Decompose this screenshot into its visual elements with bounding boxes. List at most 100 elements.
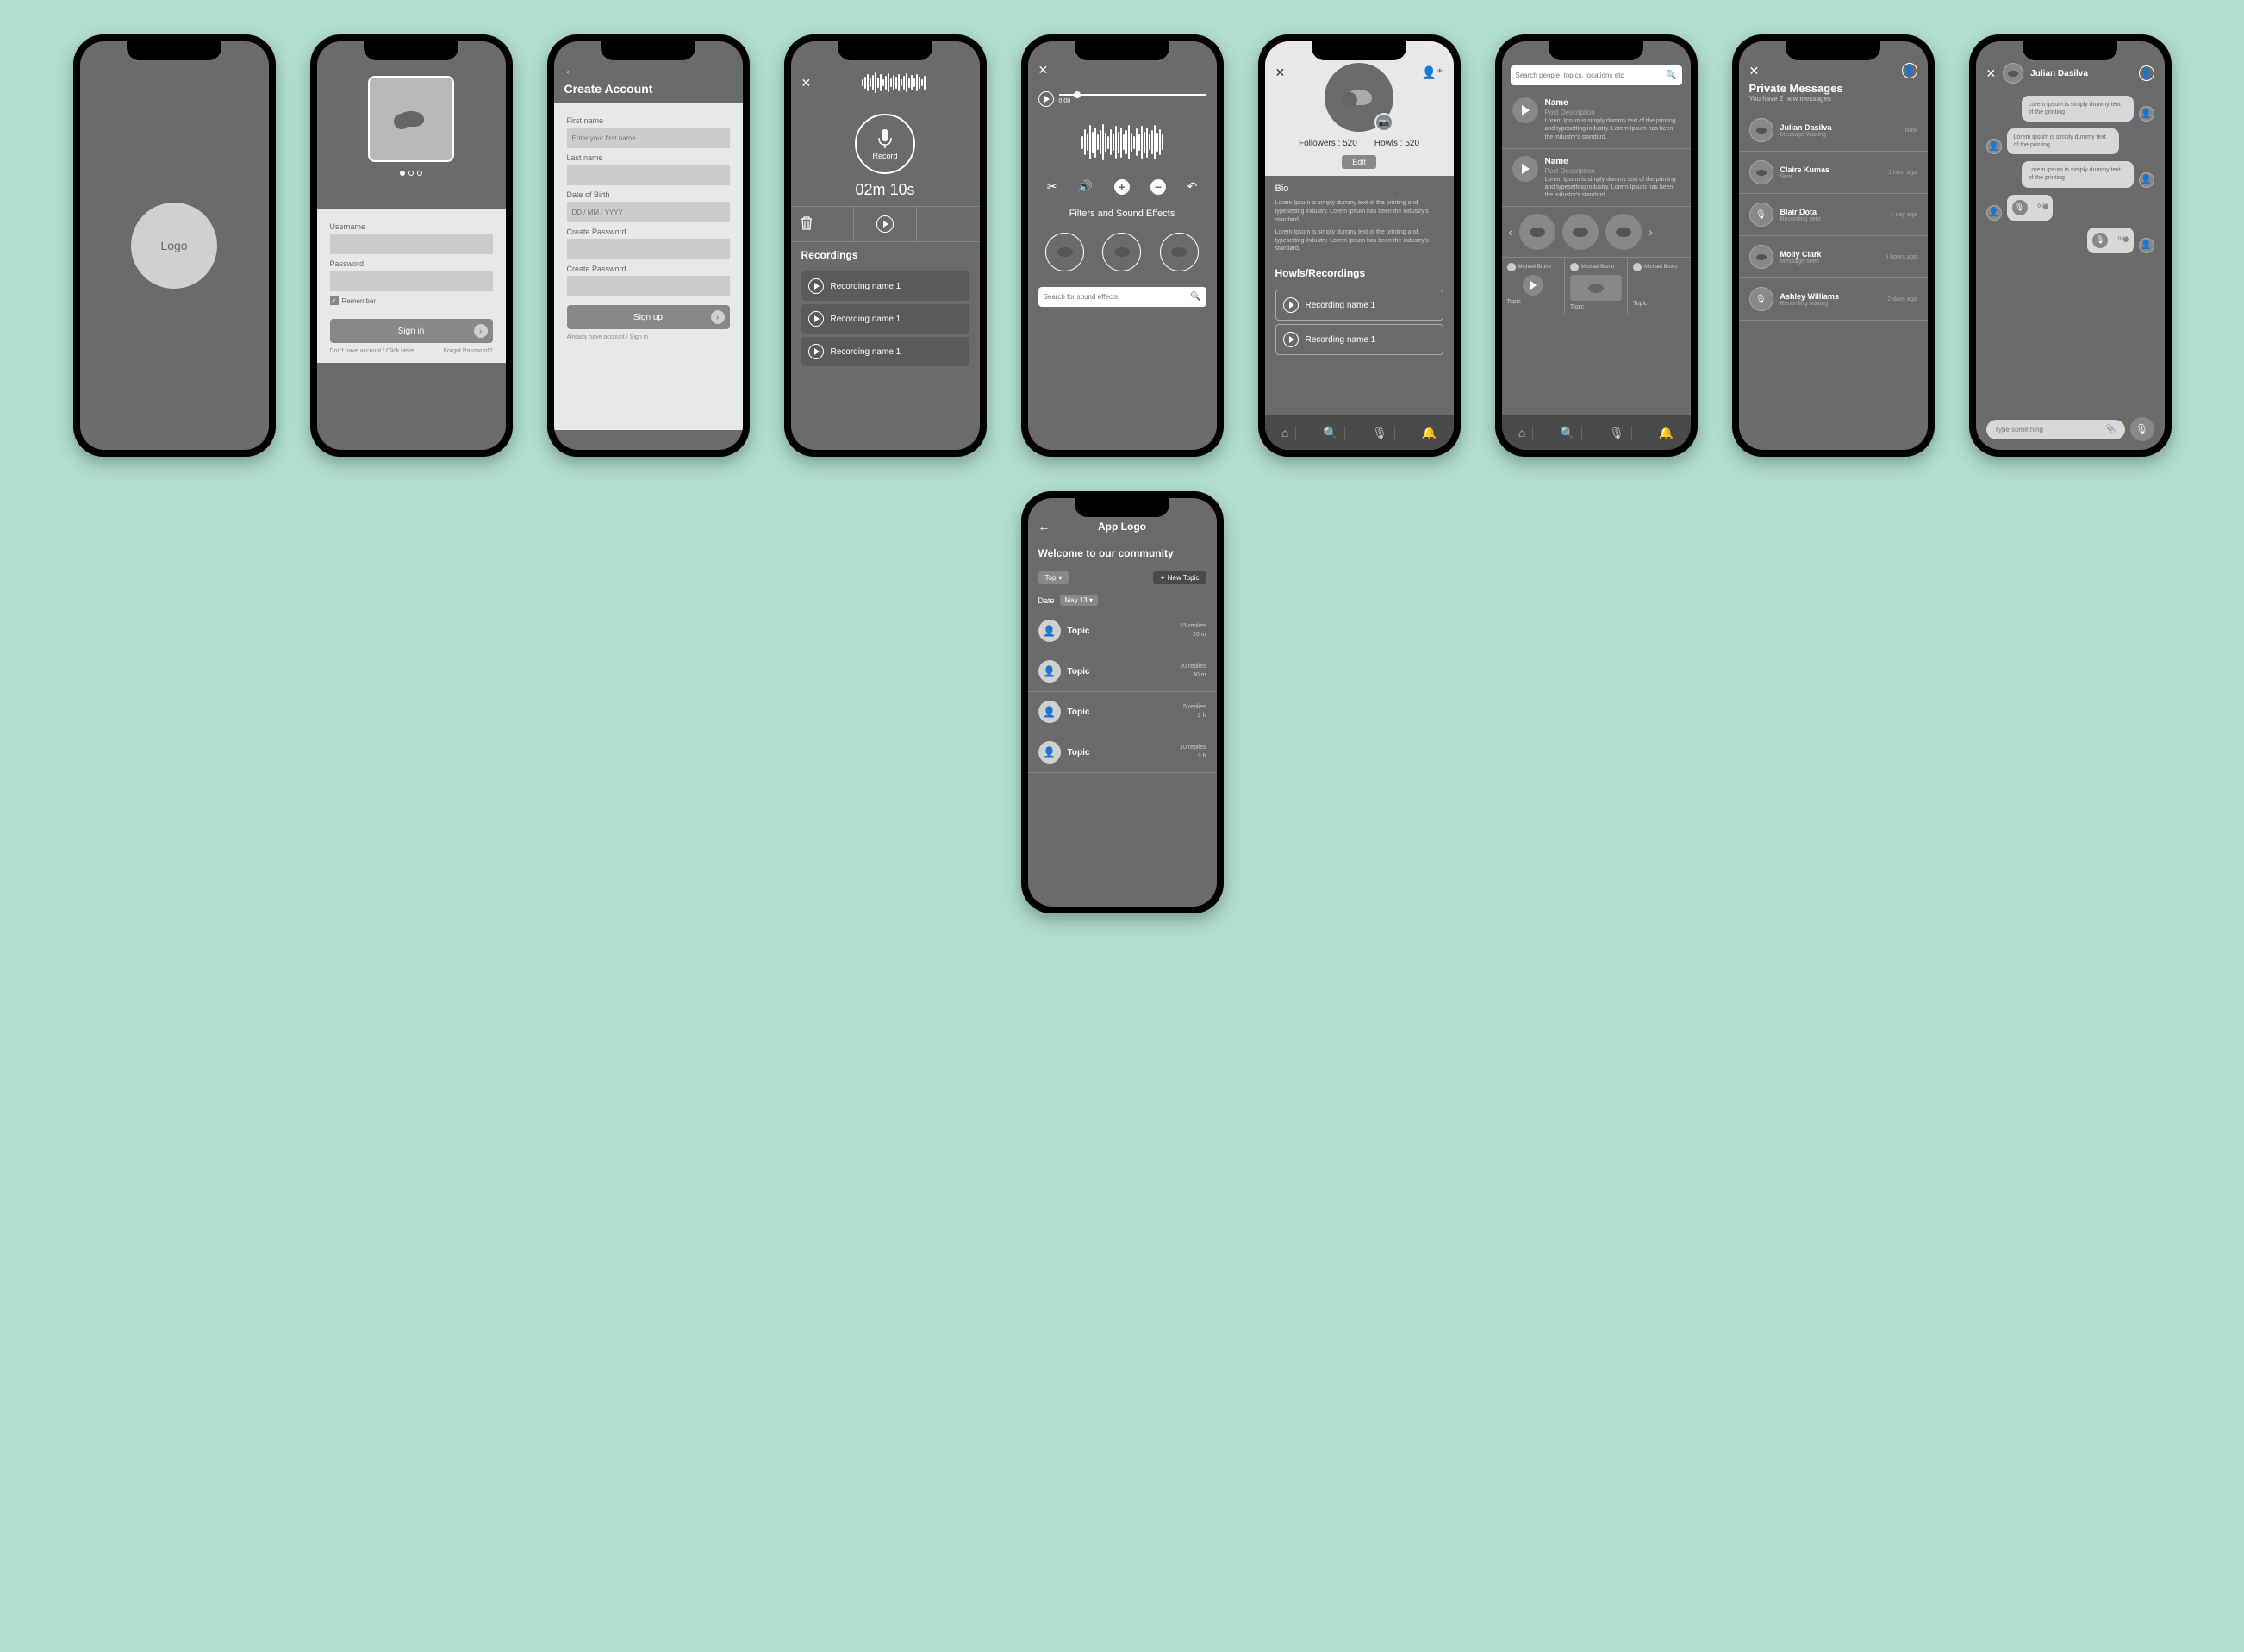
- topic-item[interactable]: 👤Topic15 replies20 m: [1028, 611, 1217, 651]
- story-item[interactable]: [1562, 214, 1599, 250]
- more-button[interactable]: [917, 207, 979, 241]
- remove-button[interactable]: −: [1150, 179, 1166, 195]
- topic-item[interactable]: 👤Topic5 replies2 h: [1028, 692, 1217, 732]
- waveform-editor[interactable]: [1028, 121, 1217, 164]
- play-button[interactable]: [1038, 91, 1054, 107]
- tab-notifications[interactable]: 🔔: [1415, 426, 1443, 440]
- tab-home[interactable]: ⌂: [1512, 426, 1533, 439]
- message-item[interactable]: 🎙Blair DotaRecording sent1 day ago: [1739, 194, 1928, 236]
- play-button[interactable]: [1512, 97, 1538, 123]
- create-account-link[interactable]: Don't have account / Click Here: [330, 348, 415, 354]
- page-title: Private Messages: [1739, 82, 1928, 95]
- undo-button[interactable]: ↶: [1187, 179, 1198, 195]
- story-item[interactable]: [1605, 214, 1642, 250]
- record-button[interactable]: Record: [855, 114, 915, 174]
- confirm-pw-input[interactable]: [567, 276, 730, 296]
- lastname-input[interactable]: [567, 165, 730, 185]
- recording-item[interactable]: Recording name 1: [1275, 290, 1443, 321]
- message-item[interactable]: 🎙Ashley WilliamsRecording waiting2 days …: [1739, 278, 1928, 321]
- message-item[interactable]: Claire KumasSent1 hour ago: [1739, 152, 1928, 194]
- password-input[interactable]: [330, 271, 493, 291]
- search-input[interactable]: [1044, 293, 1187, 301]
- signup-button[interactable]: Sign up›: [567, 305, 730, 329]
- username-input[interactable]: [330, 234, 493, 254]
- forgot-password-link[interactable]: Forgot Password?: [444, 348, 493, 354]
- send-voice-button[interactable]: 🎙: [2130, 417, 2154, 441]
- add-user-icon[interactable]: 👤⁺: [1422, 65, 1443, 80]
- create-pw-input[interactable]: [567, 239, 730, 259]
- message-item[interactable]: Molly ClarkMessage seen5 hours ago: [1739, 236, 1928, 278]
- messages-screen: ✕ 👤 Private Messages You have 2 new mess…: [1739, 41, 1928, 450]
- contact-avatar[interactable]: [2003, 63, 2023, 84]
- close-button[interactable]: ✕: [801, 76, 812, 90]
- filter-option[interactable]: [1102, 233, 1141, 271]
- post-subtitle: Post Description: [1545, 167, 1680, 176]
- close-button[interactable]: ✕: [1986, 66, 1997, 81]
- play-button[interactable]: [1512, 156, 1538, 182]
- user-avatar: 👤: [2139, 106, 2154, 122]
- search-effects[interactable]: 🔍: [1038, 287, 1206, 307]
- profile-icon[interactable]: 👤: [1902, 63, 1917, 78]
- recording-item[interactable]: Recording name 1: [801, 337, 969, 366]
- feed-post[interactable]: Name Post Description Lorem Ipsum is sim…: [1502, 90, 1691, 149]
- story-carousel[interactable]: ‹ ›: [1502, 207, 1691, 257]
- signin-screen: Username Password ✓Remember Sign in› Don…: [317, 41, 506, 450]
- message-input[interactable]: [1995, 426, 2106, 433]
- tab-search[interactable]: 🔍: [1553, 426, 1582, 440]
- dob-label: Date of Birth: [567, 190, 730, 199]
- volume-button[interactable]: 🔊: [1078, 179, 1093, 195]
- dob-input[interactable]: [567, 202, 730, 222]
- back-button[interactable]: ←: [564, 63, 732, 77]
- tab-search[interactable]: 🔍: [1316, 426, 1345, 440]
- new-topic-button[interactable]: ✦ New Topic: [1153, 571, 1206, 584]
- bubble-text: Lorem ipsum is simply dummy text of the …: [2022, 161, 2134, 187]
- close-button[interactable]: ✕: [1749, 64, 1760, 78]
- cut-button[interactable]: ✂: [1047, 179, 1057, 195]
- signin-link[interactable]: Already have account / Sign in: [567, 334, 649, 340]
- tab-record[interactable]: 🎙: [1602, 426, 1632, 440]
- date-filter[interactable]: May 13 ▾: [1060, 595, 1098, 606]
- grid-item[interactable]: Michael Bruno Topic: [1502, 258, 1565, 315]
- voice-message-received[interactable]: 👤🎙0:00: [1976, 191, 2165, 224]
- next-arrow[interactable]: ›: [1649, 225, 1653, 239]
- topic-item[interactable]: 👤Topic10 replies3 h: [1028, 732, 1217, 773]
- search-input[interactable]: [1516, 72, 1663, 79]
- voice-message-sent[interactable]: 👤🎙0:00: [1976, 224, 2165, 257]
- tab-record[interactable]: 🎙: [1365, 426, 1395, 440]
- filter-option[interactable]: [1045, 233, 1084, 271]
- sort-dropdown[interactable]: Top▾: [1038, 571, 1069, 584]
- message-input-container[interactable]: 📎: [1986, 420, 2125, 439]
- feed-post[interactable]: Name Post Description Lorem Ipsum is sim…: [1502, 149, 1691, 208]
- carousel-dots[interactable]: [317, 171, 506, 176]
- attach-icon[interactable]: 📎: [2105, 425, 2116, 434]
- message-received: 👤Lorem ipsum is simply dummy text of the…: [1976, 125, 2165, 158]
- topic-item[interactable]: 👤Topic20 replies30 m: [1028, 651, 1217, 692]
- play-button[interactable]: [854, 207, 917, 241]
- back-button[interactable]: ←: [1038, 520, 1050, 533]
- close-button[interactable]: ✕: [1038, 63, 1049, 77]
- camera-icon[interactable]: 📷: [1374, 113, 1393, 132]
- recording-item[interactable]: Recording name 1: [801, 271, 969, 301]
- recording-item[interactable]: Recording name 1: [1275, 324, 1443, 355]
- filter-option[interactable]: [1160, 233, 1199, 271]
- grid-item[interactable]: Michael Bruno Topic: [1628, 258, 1690, 315]
- search-bar[interactable]: 🔍: [1511, 65, 1682, 85]
- prev-arrow[interactable]: ‹: [1509, 225, 1513, 239]
- profile-icon[interactable]: 👤: [2139, 65, 2154, 81]
- delete-button[interactable]: [791, 207, 854, 241]
- add-button[interactable]: +: [1114, 179, 1130, 195]
- tab-notifications[interactable]: 🔔: [1652, 426, 1680, 440]
- firstname-input[interactable]: [567, 128, 730, 148]
- story-item[interactable]: [1519, 214, 1555, 250]
- grid-item[interactable]: Michael Bruno Topic: [1565, 258, 1628, 315]
- tab-home[interactable]: ⌂: [1275, 426, 1296, 439]
- recording-item[interactable]: Recording name 1: [801, 304, 969, 334]
- edit-profile-button[interactable]: Edit: [1342, 155, 1376, 169]
- message-item[interactable]: Julian DasilvaMessage WaitingNow: [1739, 109, 1928, 152]
- remember-checkbox[interactable]: ✓Remember: [330, 296, 493, 305]
- avatar[interactable]: 📷: [1325, 63, 1393, 132]
- close-button[interactable]: ✕: [1275, 65, 1286, 80]
- message-time: Now: [1904, 128, 1917, 134]
- signin-button[interactable]: Sign in›: [330, 319, 493, 343]
- audio-slider[interactable]: [1059, 94, 1206, 96]
